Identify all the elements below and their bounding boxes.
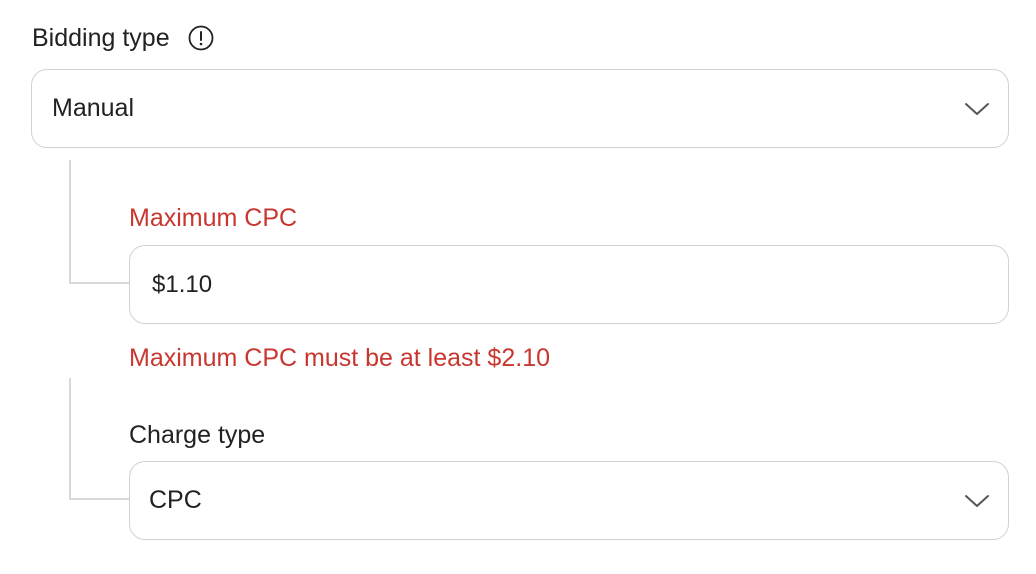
maximum-cpc-error-message: Maximum CPC must be at least $2.10 xyxy=(129,344,550,372)
tree-connector-line xyxy=(69,160,129,284)
bidding-type-value: Manual xyxy=(52,94,134,122)
info-circle-icon[interactable] xyxy=(188,25,214,51)
maximum-cpc-label: Maximum CPC xyxy=(129,204,298,232)
chevron-down-icon xyxy=(964,101,990,117)
bidding-type-select[interactable]: Manual xyxy=(31,69,1009,148)
chevron-down-icon xyxy=(964,493,990,509)
charge-type-select[interactable]: CPC xyxy=(129,461,1009,540)
maximum-cpc-input[interactable] xyxy=(129,245,1009,324)
charge-type-value: CPC xyxy=(149,486,202,514)
bidding-type-label: Bidding type xyxy=(32,23,170,52)
charge-type-label: Charge type xyxy=(129,421,266,449)
tree-connector-line xyxy=(69,378,129,500)
bidding-type-label-row: Bidding type xyxy=(32,18,214,58)
